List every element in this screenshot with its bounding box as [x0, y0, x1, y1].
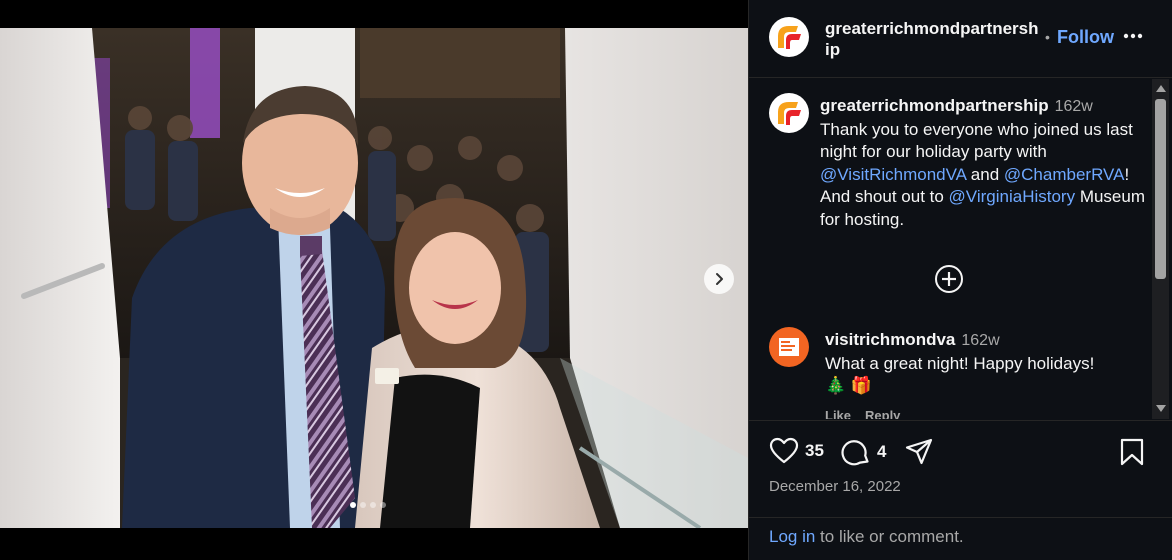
comments-scrollbar[interactable] [1152, 79, 1169, 419]
comment-text: What a great night! Happy holidays! [825, 353, 1095, 373]
caption-age: 162w [1054, 98, 1093, 115]
mention-link[interactable]: @VisitRichmondVA [820, 165, 966, 184]
chevron-right-icon [716, 273, 723, 285]
login-link[interactable]: Log in [769, 527, 815, 546]
comment-age: 162w [961, 332, 1000, 349]
likes-count: 35 [805, 441, 824, 460]
scrollbar-thumb[interactable] [1155, 99, 1166, 279]
post-header: greaterrichmondpartnersh ip • Follow [749, 0, 1172, 78]
caption-username[interactable]: greaterrichmondpartnership [820, 96, 1049, 115]
like-comment-button[interactable]: Like [825, 408, 851, 419]
post-media [0, 0, 748, 560]
header-separator: • [1045, 29, 1050, 45]
mention-link[interactable]: @ChamberRVA [1004, 165, 1125, 184]
comment-icon [841, 440, 869, 466]
more-options-button[interactable] [1121, 24, 1145, 48]
post-caption: greaterrichmondpartnership 162w Thank you… [820, 95, 1150, 231]
caption-avatar[interactable] [769, 93, 809, 133]
post-side-panel: greaterrichmondpartnersh ip • Follow gre… [748, 0, 1172, 560]
follow-button[interactable]: Follow [1057, 27, 1114, 48]
caption-text: Thank you to everyone who joined us last… [820, 119, 1133, 162]
login-prompt-text: to like or comment. [815, 527, 964, 546]
comment-button[interactable]: 4 [841, 437, 886, 467]
visit-richmond-logo-icon [779, 338, 799, 356]
comment: visitrichmondva 162w What a great night! … [825, 329, 1125, 398]
more-options-icon [1123, 33, 1143, 39]
greater-richmond-logo-icon [778, 102, 801, 125]
header-username[interactable]: greaterrichmondpartnersh ip [825, 18, 1043, 60]
load-more-comments-button[interactable] [934, 264, 964, 294]
carousel-dot [360, 502, 366, 508]
reply-button[interactable]: Reply [865, 408, 900, 419]
comment-actions: Like Reply [825, 408, 914, 419]
login-prompt: Log in to like or comment. [749, 517, 1172, 560]
carousel-indicator [350, 502, 386, 508]
post-date: December 16, 2022 [769, 478, 901, 495]
greater-richmond-logo-icon [778, 26, 801, 49]
share-button[interactable] [904, 437, 934, 467]
like-button[interactable]: 35 [769, 437, 824, 465]
carousel-dot [350, 502, 356, 508]
comments-section: greaterrichmondpartnership 162w Thank you… [749, 79, 1153, 419]
caption-text: and [966, 164, 1004, 184]
post-photo[interactable] [0, 28, 748, 528]
comment-username[interactable]: visitrichmondva [825, 330, 955, 349]
save-button[interactable] [1119, 437, 1145, 467]
mention-link[interactable]: @VirginiaHistory [949, 187, 1076, 206]
scroll-down-arrow[interactable] [1156, 405, 1166, 412]
heart-icon [769, 437, 799, 464]
comments-count: 4 [877, 442, 887, 461]
carousel-dot [370, 502, 376, 508]
next-photo-button[interactable] [704, 264, 734, 294]
add-circle-icon [935, 265, 963, 293]
share-icon [905, 438, 933, 465]
profile-avatar[interactable] [769, 17, 809, 57]
party-photo-illustration [0, 28, 748, 528]
comment-avatar[interactable] [769, 327, 809, 367]
comment-emoji: 🎄 🎁 [825, 376, 873, 395]
post-actions: 35 4 December 16, 2022 Log in to like or… [749, 420, 1172, 560]
carousel-dot [380, 502, 386, 508]
scroll-up-arrow[interactable] [1156, 85, 1166, 92]
bookmark-icon [1120, 438, 1144, 466]
